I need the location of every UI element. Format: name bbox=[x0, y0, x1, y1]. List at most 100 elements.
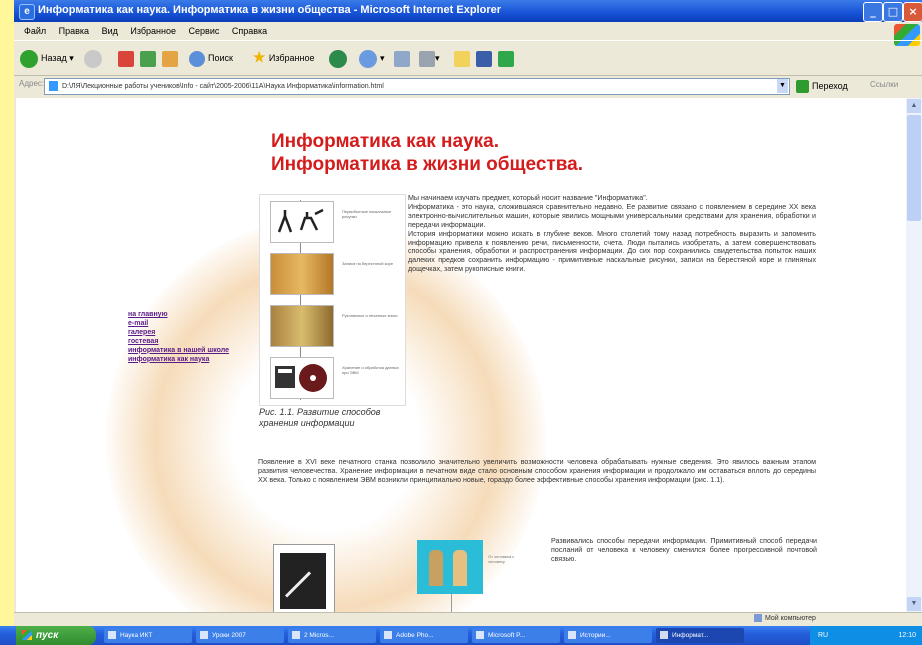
printing-text: Появление в XVI веке печатного станка по… bbox=[258, 458, 816, 485]
scroll-thumb[interactable] bbox=[907, 115, 921, 221]
security-zone: Мой компьютер bbox=[754, 614, 816, 622]
page-content: Информатика как наука. Информатика в жиз… bbox=[16, 98, 906, 612]
computer-icon bbox=[754, 614, 762, 622]
nav-link-home[interactable]: на главную bbox=[128, 311, 248, 320]
mail-button[interactable] bbox=[394, 48, 410, 68]
close-button[interactable]: × bbox=[903, 2, 922, 22]
window-title: Информатика как наука. Информатика в жиз… bbox=[38, 4, 501, 16]
figure-storage-evolution: Первобытные наскальные рисунки Записи на… bbox=[259, 194, 406, 406]
research-button[interactable] bbox=[476, 48, 492, 68]
scroll-down-icon[interactable]: ▼ bbox=[907, 597, 921, 611]
back-button[interactable]: Назад ▾ bbox=[20, 48, 74, 68]
folder-icon bbox=[200, 631, 208, 640]
taskbar-button[interactable]: Наука ИКТ bbox=[104, 628, 192, 643]
taskbar-button[interactable]: Adobe Pho... bbox=[380, 628, 468, 643]
clock: 12:10 bbox=[898, 632, 916, 639]
page-title: Информатика как наука. Информатика в жиз… bbox=[271, 131, 584, 175]
refresh-button[interactable] bbox=[140, 48, 156, 68]
history-icon bbox=[359, 49, 377, 68]
timeline-line bbox=[451, 594, 452, 612]
nav-link-school[interactable]: информатика в нашей школе bbox=[128, 347, 248, 356]
nav-link-email[interactable]: e-mail bbox=[128, 320, 248, 329]
messengers-image bbox=[417, 540, 483, 594]
address-bar: Адрес: D:\ЛЯ\Лекционные работы учеников\… bbox=[14, 75, 922, 97]
menu-help[interactable]: Справка bbox=[232, 22, 267, 40]
forward-arrow-icon bbox=[84, 49, 102, 68]
word-icon bbox=[292, 631, 300, 640]
menu-bar: Файл Правка Вид Избранное Сервис Справка bbox=[14, 22, 922, 40]
nav-link-gallery[interactable]: галерея bbox=[128, 329, 248, 338]
status-bar: Мой компьютер bbox=[14, 612, 922, 626]
figure-caption: Рис. 1.1. Развитие способов хранения инф… bbox=[259, 407, 381, 428]
title-bar[interactable]: e Информатика как наука. Информатика в ж… bbox=[14, 0, 922, 22]
print-icon bbox=[419, 50, 435, 67]
language-indicator[interactable]: RU bbox=[818, 632, 828, 639]
taskbar-button-active[interactable]: Информат... bbox=[656, 628, 744, 643]
folder-icon bbox=[454, 50, 470, 67]
print-button[interactable]: ▾ bbox=[419, 48, 440, 68]
toolbar: Назад ▾ Поиск ★ Избранное ▾ ▾ bbox=[14, 40, 922, 76]
messenger-button[interactable] bbox=[498, 48, 514, 68]
menu-file[interactable]: Файл bbox=[24, 22, 46, 40]
address-value: D:\ЛЯ\Лекционные работы учеников\Info - … bbox=[62, 83, 384, 90]
favorites-button[interactable]: ★ Избранное bbox=[252, 48, 314, 68]
computer-disc-image bbox=[270, 357, 334, 399]
site-navigation: на главную e-mail галерея гостевая инфор… bbox=[128, 311, 248, 364]
home-button[interactable] bbox=[162, 48, 178, 68]
search-button[interactable]: Поиск bbox=[189, 48, 233, 68]
messengers-caption: От человека к человеку bbox=[488, 554, 515, 564]
links-toolbar[interactable]: Ссылки bbox=[870, 80, 898, 89]
start-button[interactable]: пуск bbox=[16, 626, 96, 645]
go-arrow-icon bbox=[796, 80, 809, 94]
birch-bark-image bbox=[270, 253, 334, 295]
menu-favorites[interactable]: Избранное bbox=[130, 22, 176, 40]
refresh-icon bbox=[140, 50, 156, 67]
intro-text: Мы начинаем изучать предмет, который нос… bbox=[408, 194, 816, 274]
menu-tools[interactable]: Сервис bbox=[189, 22, 220, 40]
minimize-button[interactable]: _ bbox=[863, 2, 883, 22]
photoshop-icon bbox=[384, 631, 392, 640]
powerpoint-icon bbox=[476, 631, 484, 640]
forward-button[interactable] bbox=[84, 48, 105, 68]
windows-logo-icon bbox=[22, 630, 32, 641]
messenger-icon bbox=[498, 50, 514, 67]
stop-button[interactable] bbox=[118, 48, 134, 68]
stop-icon bbox=[118, 50, 134, 67]
taskbar-button[interactable]: Microsoft P... bbox=[472, 628, 560, 643]
address-input[interactable]: D:\ЛЯ\Лекционные работы учеников\Info - … bbox=[44, 78, 790, 95]
media-button[interactable] bbox=[329, 48, 350, 68]
media-icon bbox=[329, 49, 347, 68]
mail-icon bbox=[394, 50, 410, 67]
search-icon bbox=[189, 50, 205, 67]
cave-painting-image bbox=[270, 201, 334, 243]
maximize-button[interactable]: □ bbox=[883, 2, 903, 22]
home-icon bbox=[162, 50, 178, 67]
address-label: Адрес: bbox=[19, 79, 45, 88]
page-icon bbox=[49, 81, 58, 91]
taskbar-button[interactable]: Истории... bbox=[564, 628, 652, 643]
paragraph: История информатики можно искать в глуби… bbox=[408, 229, 816, 274]
paragraph: Появление в XVI веке печатного станка по… bbox=[258, 458, 816, 484]
go-button[interactable]: Переход bbox=[796, 78, 848, 94]
nav-link-guestbook[interactable]: гостевая bbox=[128, 338, 248, 347]
vertical-scrollbar[interactable]: ▲ ▼ bbox=[906, 98, 922, 612]
history-button[interactable]: ▾ bbox=[359, 48, 385, 68]
research-icon bbox=[476, 50, 492, 67]
menu-view[interactable]: Вид bbox=[102, 22, 118, 40]
ie-icon bbox=[568, 631, 576, 640]
nav-link-science[interactable]: информатика как наука bbox=[128, 356, 248, 365]
ie-window: e Информатика как наука. Информатика в ж… bbox=[14, 0, 922, 645]
folder-icon bbox=[108, 631, 116, 640]
taskbar-button[interactable]: Уроки 2007 bbox=[196, 628, 284, 643]
folder-button[interactable] bbox=[454, 48, 470, 68]
taskbar-button[interactable]: 2 Micros... bbox=[288, 628, 376, 643]
transmission-text: Развивались способы передачи информации.… bbox=[551, 537, 817, 563]
menu-edit[interactable]: Правка bbox=[59, 22, 89, 40]
ie-icon bbox=[660, 631, 668, 640]
back-arrow-icon bbox=[20, 49, 38, 68]
address-dropdown-icon[interactable]: ▼ bbox=[777, 79, 788, 93]
scroll-up-icon[interactable]: ▲ bbox=[907, 99, 921, 113]
star-icon: ★ bbox=[252, 49, 267, 67]
paragraph: Мы начинаем изучать предмет, который нос… bbox=[408, 194, 648, 202]
system-tray: RU 12:10 bbox=[810, 626, 922, 645]
